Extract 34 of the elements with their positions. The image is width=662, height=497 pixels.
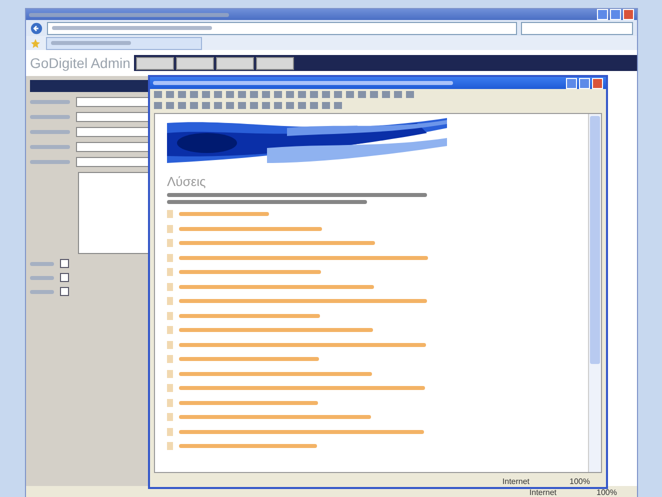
link-text[interactable] [179, 284, 374, 289]
close-button[interactable] [623, 9, 634, 20]
checkbox[interactable] [60, 287, 69, 296]
link-text[interactable] [179, 314, 320, 318]
link-text[interactable] [179, 386, 425, 390]
link-text[interactable] [179, 400, 318, 405]
nav-button[interactable] [256, 56, 294, 70]
maximize-button[interactable] [610, 9, 621, 20]
address-field[interactable] [47, 22, 517, 34]
back-icon[interactable] [30, 22, 43, 34]
link-text[interactable] [179, 342, 426, 347]
zone-label: Internet [529, 488, 557, 496]
link-text[interactable] [179, 270, 321, 274]
nav-button[interactable] [136, 56, 174, 70]
link-text[interactable] [179, 415, 371, 420]
link-text[interactable] [179, 444, 317, 448]
star-icon[interactable] [31, 38, 40, 48]
search-field[interactable] [521, 22, 633, 34]
zoom-label[interactable]: 100% [596, 488, 617, 496]
site-logo: GoDigitel Admin [29, 55, 132, 71]
zoom-label[interactable]: 100% [570, 476, 590, 486]
link-text[interactable] [179, 430, 424, 434]
link-text[interactable] [179, 357, 319, 362]
link-text[interactable] [179, 372, 372, 376]
checkbox[interactable] [60, 259, 69, 268]
zone-label: Internet [502, 476, 530, 486]
link-text[interactable] [179, 299, 427, 304]
minimize-button[interactable] [597, 9, 608, 20]
link-text[interactable] [179, 328, 373, 332]
page-heading: Λύσεις [167, 174, 207, 189]
checkbox[interactable] [60, 273, 69, 282]
nav-button[interactable] [176, 56, 214, 70]
scroll-bar[interactable] [588, 114, 601, 472]
nav-button[interactable] [216, 56, 254, 70]
